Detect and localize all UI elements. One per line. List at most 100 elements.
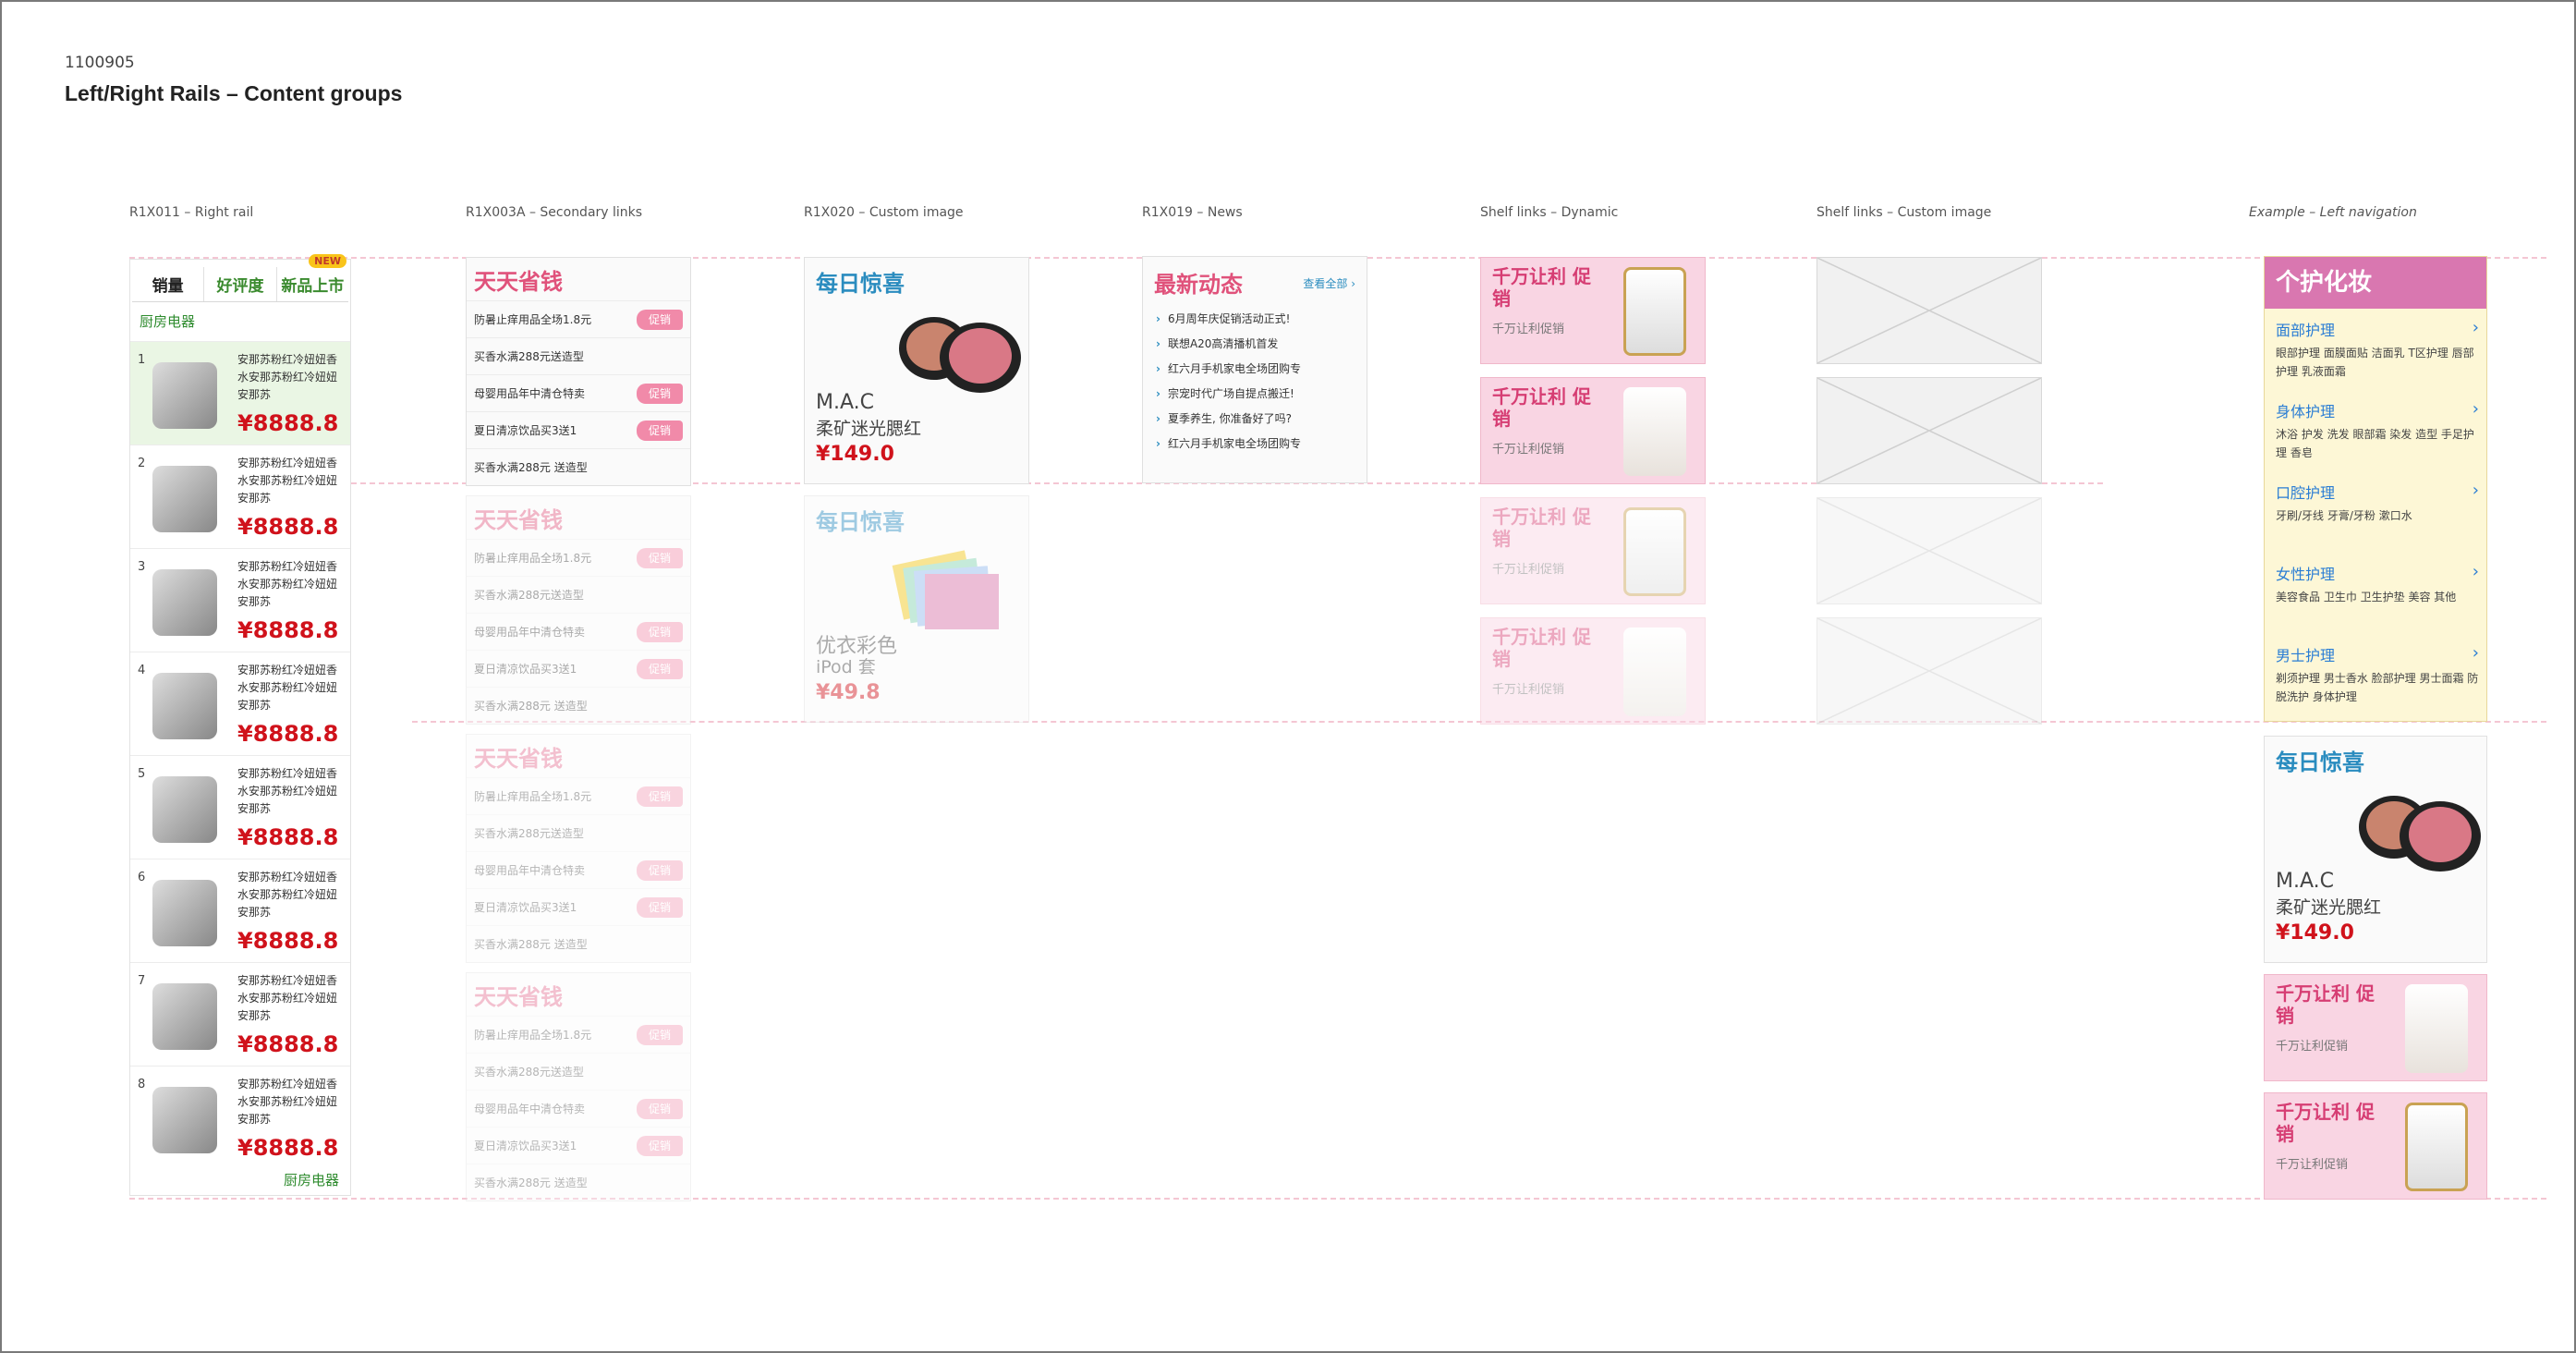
left-nav-section[interactable]: 面部护理 › 眼部护理 面膜面贴 洁面乳 T区护理 唇部护理 乳液面霜: [2276, 318, 2479, 381]
sl-link[interactable]: 买香水满288元 送造型: [467, 687, 690, 724]
sl-link[interactable]: 夏日清凉饮品买3送1 促销: [467, 411, 690, 448]
shelf-custom-image-placeholder[interactable]: [1817, 377, 2042, 484]
label-left-nav: Example – Left navigation: [2249, 205, 2417, 220]
sl-link[interactable]: 买香水满288元 送造型: [467, 1164, 690, 1201]
news-item[interactable]: 红六月手机家电全场团购专: [1156, 435, 1301, 451]
image-placeholder-icon: [1817, 257, 2042, 364]
rr-product-item[interactable]: 3 安那苏粉红冷妞妞香水安那苏粉红冷妞妞安那苏 ¥8888.8: [130, 548, 350, 652]
news-item[interactable]: 宗宠时代广场自提点搬迁!: [1156, 385, 1294, 401]
sl-link[interactable]: 买香水满288元送造型: [467, 337, 690, 374]
sl-link-text: 母婴用品年中清仓特卖: [474, 1103, 586, 1115]
left-nav-header[interactable]: 个护化妆: [2265, 257, 2486, 309]
news-item[interactable]: 6月周年庆促销活动正式!: [1156, 311, 1290, 326]
custom-image-card[interactable]: 每日惊喜 优衣彩色 iPod 套 ¥49.8: [804, 495, 1029, 723]
custom-image-card[interactable]: 每日惊喜 M.A.C 柔矿迷光腮红 ¥149.0: [804, 257, 1029, 484]
label-right-rail: R1X011 – Right rail: [129, 205, 254, 220]
sl-link[interactable]: 买香水满288元送造型: [467, 814, 690, 851]
left-nav-section[interactable]: 女性护理 › 美容食品 卫生巾 卫生护垫 美容 其他: [2276, 562, 2479, 606]
news-more-link[interactable]: 查看全部 ›: [1303, 275, 1355, 291]
sl-link[interactable]: 母婴用品年中清仓特卖 促销: [467, 374, 690, 411]
rr-product-item[interactable]: 5 安那苏粉红冷妞妞香水安那苏粉红冷妞妞安那苏 ¥8888.8: [130, 755, 350, 859]
chevron-right-icon[interactable]: ›: [2473, 643, 2479, 663]
sl-link-text: 夏日清凉饮品买3送1: [474, 901, 577, 914]
sd-title: 千万让利 促销: [2276, 1101, 2375, 1145]
shelf-dynamic-tile[interactable]: 千万让利 促销 千万让利促销: [1480, 617, 1706, 725]
left-nav-shelf-promo[interactable]: 千万让利 促销 千万让利促销: [2264, 974, 2487, 1081]
shelf-custom-image-placeholder[interactable]: [1817, 497, 2042, 604]
left-nav-panel: 个护化妆 面部护理 › 眼部护理 面膜面贴 洁面乳 T区护理 唇部护理 乳液面霜 身体…: [2264, 256, 2487, 722]
promo-tag: 促销: [637, 421, 683, 441]
sl-link[interactable]: 买香水满288元 送造型: [467, 448, 690, 485]
sl-link-text: 夏日清凉饮品买3送1: [474, 1140, 577, 1152]
shelf-dynamic-tile[interactable]: 千万让利 促销 千万让利促销: [1480, 497, 1706, 604]
sl-link[interactable]: 防暑止痒用品全场1.8元 促销: [467, 300, 690, 337]
image-placeholder-icon: [1817, 617, 2042, 725]
sl-link[interactable]: 夏日清凉饮品买3送1 促销: [467, 888, 690, 925]
sl-link-text: 母婴用品年中清仓特卖: [474, 387, 586, 400]
sl-link[interactable]: 母婴用品年中清仓特卖 促销: [467, 1090, 690, 1127]
rr-product-item[interactable]: 1 安那苏粉红冷妞妞香水安那苏粉红冷妞妞安那苏 ¥8888.8: [130, 341, 350, 445]
chevron-right-icon[interactable]: ›: [2473, 562, 2479, 581]
sl-link[interactable]: 防暑止痒用品全场1.8元 促销: [467, 1016, 690, 1053]
chevron-right-icon[interactable]: ›: [2473, 481, 2479, 500]
news-item[interactable]: 夏季养生, 你准备好了吗?: [1156, 410, 1292, 426]
chevron-right-icon[interactable]: ›: [2473, 318, 2479, 337]
tab-sales[interactable]: 销量: [132, 267, 205, 301]
rr-product-item[interactable]: 4 安那苏粉红冷妞妞香水安那苏粉红冷妞妞安那苏 ¥8888.8: [130, 652, 350, 755]
promo-tag: 促销: [637, 548, 683, 568]
sl-link[interactable]: 买香水满288元 送造型: [467, 925, 690, 962]
tab-rating[interactable]: 好评度: [204, 267, 277, 301]
shelf-dynamic-tile[interactable]: 千万让利 促销 千万让利促销: [1480, 377, 1706, 484]
rr-product-item[interactable]: 7 安那苏粉红冷妞妞香水安那苏粉红冷妞妞安那苏 ¥8888.8: [130, 962, 350, 1066]
news-item[interactable]: 联想A20高清播机首发: [1156, 335, 1278, 351]
lotion-bottle-icon: [2405, 984, 2468, 1073]
sl-link[interactable]: 夏日清凉饮品买3送1 促销: [467, 1127, 690, 1164]
left-nav-section-title[interactable]: 口腔护理: [2276, 481, 2479, 503]
rr-category-link[interactable]: 厨房电器: [140, 311, 195, 331]
left-nav-section[interactable]: 男士护理 › 剃须护理 男士香水 脸部护理 男士面霜 防脱洗护 身体护理: [2276, 643, 2479, 706]
left-nav-shelf-promo[interactable]: 千万让利 促销 千万让利促销: [2264, 1092, 2487, 1200]
rr-rank: 5: [138, 767, 146, 781]
promo-tag: 促销: [637, 1136, 683, 1156]
shelf-custom-image-placeholder[interactable]: [1817, 617, 2042, 725]
left-nav-section[interactable]: 口腔护理 › 牙刷/牙线 牙膏/牙粉 漱口水: [2276, 481, 2479, 525]
left-nav-section-title[interactable]: 面部护理: [2276, 318, 2479, 340]
sd-title: 千万让利 促销: [1492, 385, 1591, 430]
sl-link[interactable]: 母婴用品年中清仓特卖 促销: [467, 613, 690, 650]
rr-desc: 安那苏粉红冷妞妞香水安那苏粉红冷妞妞安那苏: [237, 560, 338, 608]
appliance-icon: [152, 466, 217, 532]
shelf-dynamic-tile[interactable]: 千万让利 促销 千万让利促销: [1480, 257, 1706, 364]
rr-rank: 4: [138, 664, 146, 677]
blush-compact-icon: [899, 317, 1021, 393]
left-nav-section-title[interactable]: 女性护理: [2276, 562, 2479, 584]
rr-price: ¥8888.8: [237, 824, 339, 850]
rr-product-item[interactable]: 6 安那苏粉红冷妞妞香水安那苏粉红冷妞妞安那苏 ¥8888.8: [130, 859, 350, 962]
chevron-right-icon[interactable]: ›: [2473, 399, 2479, 419]
sl-link[interactable]: 防暑止痒用品全场1.8元 促销: [467, 777, 690, 814]
sl-link-text: 防暑止痒用品全场1.8元: [474, 1029, 592, 1042]
sl-link[interactable]: 买香水满288元送造型: [467, 576, 690, 613]
sl-link[interactable]: 买香水满288元送造型: [467, 1053, 690, 1090]
image-placeholder-icon: [1817, 377, 2042, 484]
shelf-custom-image-placeholder[interactable]: [1817, 257, 2042, 364]
sl-link[interactable]: 夏日清凉饮品买3送1 促销: [467, 650, 690, 687]
sl-link[interactable]: 防暑止痒用品全场1.8元 促销: [467, 539, 690, 576]
rr-footer-link[interactable]: 厨房电器: [284, 1170, 339, 1189]
sl-link[interactable]: 母婴用品年中清仓特卖 促销: [467, 851, 690, 888]
rr-product-item[interactable]: 2 安那苏粉红冷妞妞香水安那苏粉红冷妞妞安那苏 ¥8888.8: [130, 445, 350, 548]
ci-brand: M.A.C: [816, 391, 874, 414]
rr-product-item[interactable]: 8 安那苏粉红冷妞妞香水安那苏粉红冷妞妞安那苏 ¥8888.8: [130, 1066, 350, 1169]
ci-title: 每日惊喜: [816, 271, 905, 297]
appliance-icon: [152, 569, 217, 636]
left-nav-section[interactable]: 身体护理 › 沐浴 护发 洗发 眼部霜 染发 造型 手足护理 香皂: [2276, 399, 2479, 462]
left-nav-section-title[interactable]: 男士护理: [2276, 643, 2479, 665]
appliance-icon: [152, 880, 217, 946]
ci-product-name: 柔矿迷光腮红: [2276, 897, 2382, 918]
left-nav-section-title[interactable]: 身体护理: [2276, 399, 2479, 421]
sl-link-text: 夏日清凉饮品买3送1: [474, 663, 577, 676]
label-custom-image: R1X020 – Custom image: [804, 205, 964, 220]
rr-desc: 安那苏粉红冷妞妞香水安那苏粉红冷妞妞安那苏: [237, 871, 338, 919]
tab-new-arrivals[interactable]: 新品上市 NEW: [277, 254, 348, 301]
news-item[interactable]: 红六月手机家电全场团购专: [1156, 360, 1301, 376]
left-nav-custom-image[interactable]: 每日惊喜 M.A.C 柔矿迷光腮红 ¥149.0: [2264, 736, 2487, 963]
